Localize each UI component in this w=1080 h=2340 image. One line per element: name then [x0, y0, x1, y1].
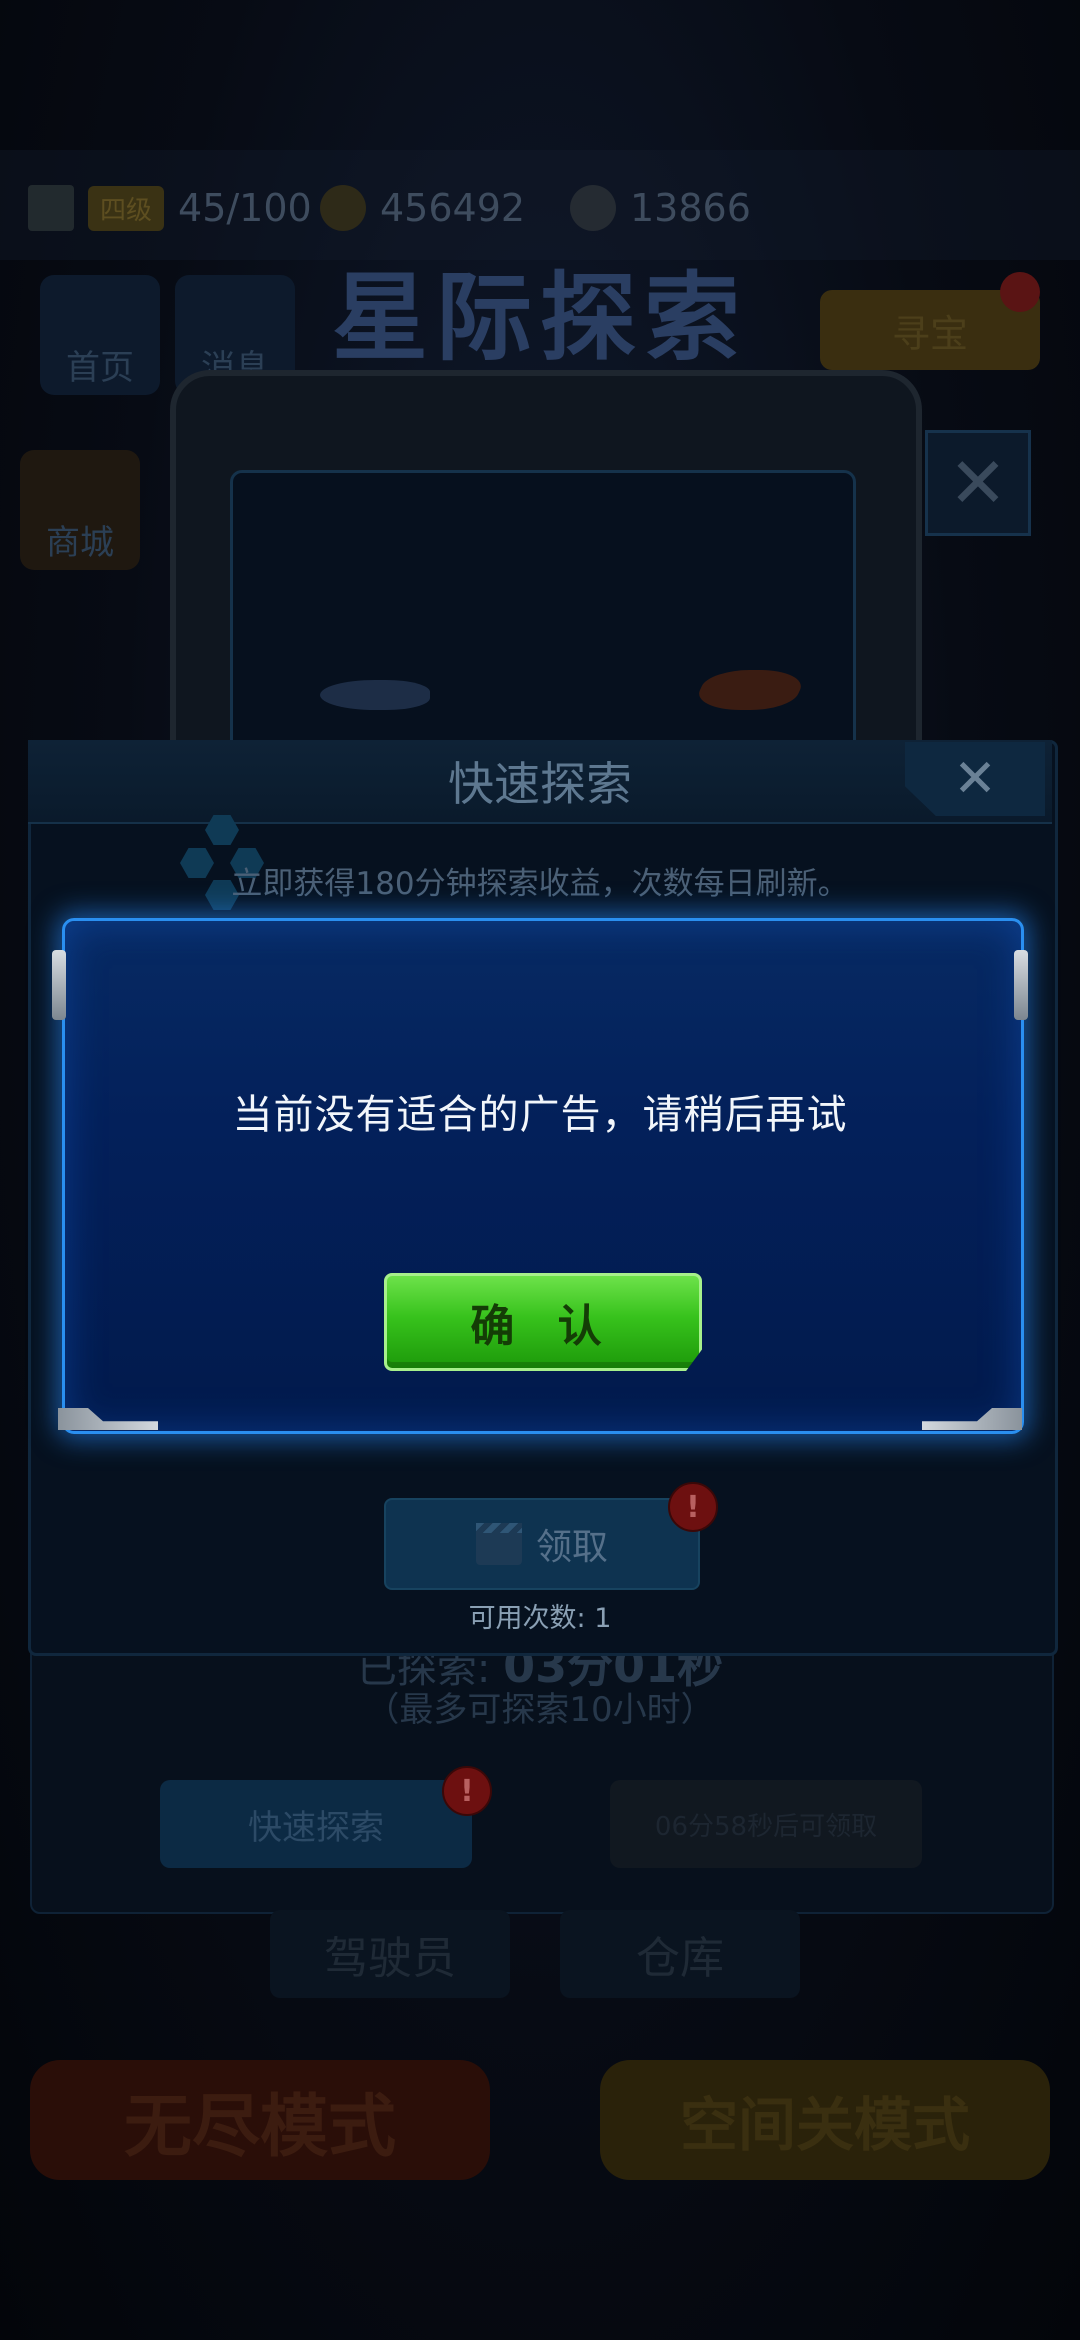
energy-value: 45/100 — [178, 186, 312, 230]
energy-resource: 四级 45/100 — [28, 180, 312, 236]
tab-pilot[interactable]: 驾驶员 — [270, 1910, 510, 1998]
tab-warehouse-label: 仓库 — [636, 1933, 724, 1984]
claim-label: 领取 — [535, 1527, 608, 1568]
shop-label: 商城 — [46, 523, 114, 563]
confirm-button[interactable]: 确 认 — [384, 1273, 702, 1371]
ore-value: 13866 — [630, 186, 751, 230]
shop-button[interactable]: 商城 — [20, 450, 140, 570]
quick-explore-title: 快速探索 — [448, 757, 632, 811]
ad-unavailable-message: 当前没有适合的广告，请稍后再试 — [232, 1092, 848, 1138]
coin-value: 456492 — [380, 186, 526, 230]
home-button[interactable]: 首页 — [40, 275, 160, 395]
close-icon[interactable]: ✕ — [905, 742, 1045, 816]
video-clapper-icon — [475, 1523, 522, 1565]
endless-mode-label: 无尽模式 — [123, 2086, 396, 2167]
left-bracket-decoration — [52, 950, 66, 1020]
player-ship-icon — [320, 680, 430, 710]
claim-button[interactable]: 领取 — [384, 1498, 700, 1590]
notification-dot — [1000, 272, 1040, 312]
space-mode-button[interactable]: 空间关模式 — [600, 2060, 1050, 2180]
claim-countdown-label: 06分58秒后可领取 — [654, 1811, 878, 1842]
max-explore-note: （最多可探索10小时） — [365, 1690, 715, 1730]
space-mode-label: 空间关模式 — [679, 2091, 970, 2159]
quick-explore-description: 立即获得180分钟探索收益，次数每日刷新。 — [231, 866, 849, 902]
claim-countdown-button[interactable]: 06分58秒后可领取 — [610, 1780, 922, 1868]
quick-explore-label: 快速探索 — [248, 1807, 384, 1848]
lightning-icon — [28, 185, 74, 231]
close-icon[interactable]: ✕ — [925, 430, 1031, 536]
quick-explore-button[interactable]: 快速探索 — [160, 1780, 472, 1868]
game-title: 星际探索 — [332, 261, 748, 374]
coin-icon — [320, 185, 366, 231]
treasure-label: 寻宝 — [891, 311, 968, 356]
tab-warehouse[interactable]: 仓库 — [560, 1910, 800, 1998]
coin-resource: 456492 — [320, 180, 525, 236]
ore-resource: 13866 — [570, 180, 751, 236]
level-badge: 四级 — [88, 185, 165, 231]
available-uses: 可用次数: 1 — [468, 1603, 612, 1634]
right-bracket-decoration — [1014, 950, 1028, 1020]
quick-explore-warning-badge: ! — [442, 1766, 492, 1816]
endless-mode-button[interactable]: 无尽模式 — [30, 2060, 490, 2180]
home-label: 首页 — [66, 348, 134, 388]
ore-icon — [570, 185, 616, 231]
tab-pilot-label: 驾驶员 — [324, 1933, 456, 1984]
claim-warning-badge: ! — [668, 1482, 718, 1532]
